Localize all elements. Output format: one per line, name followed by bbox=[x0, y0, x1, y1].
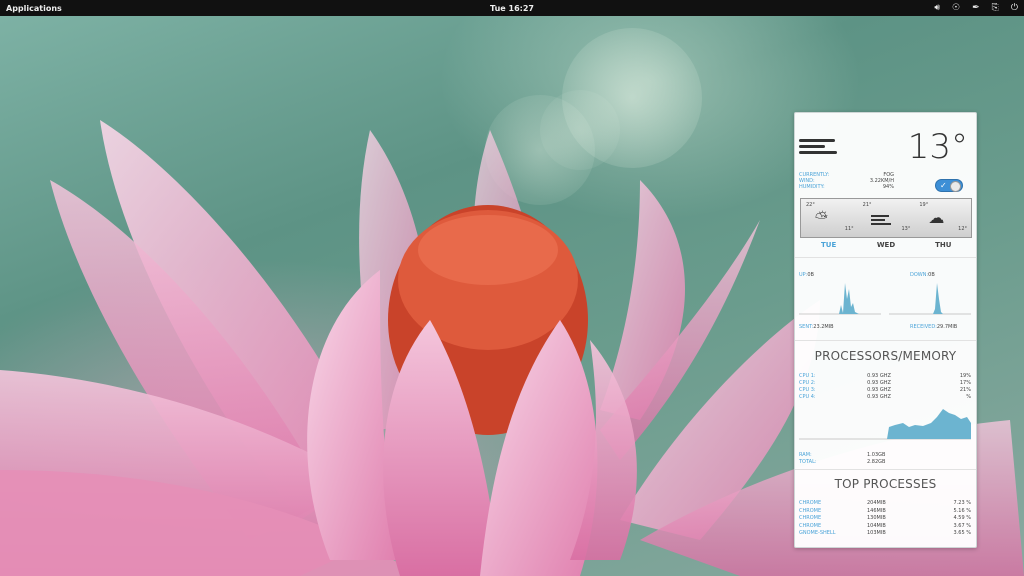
top-panel: Applications Tue 16:27 🔊︎ ☉ ✒︎ ⎘ ⏻ bbox=[0, 0, 1024, 16]
net-down-label: DOWN:0B bbox=[910, 272, 935, 278]
sun-cloud-icon: ⛅︎ bbox=[815, 208, 828, 227]
net-received-label: RECEIVED:29.7MIB bbox=[910, 324, 958, 330]
divider bbox=[795, 469, 976, 470]
process-row: CHROME 204MIB 7.23 % bbox=[799, 500, 971, 506]
panel-clock[interactable]: Tue 16:27 bbox=[490, 4, 534, 13]
stat-row: HUMIDITY: 94% bbox=[799, 184, 894, 190]
forecast-panel: 22° ⛅︎ 11° 21° 13° 19° ☁︎ 12° bbox=[800, 198, 972, 238]
forecast-day-thu: 19° ☁︎ 12° bbox=[919, 202, 968, 232]
weather-stats: CURRENTLY: FOG WIND: 3.22KM/H HUMIDITY: … bbox=[799, 172, 894, 190]
day-label-thu: THU bbox=[935, 241, 952, 249]
weather-header: 13° bbox=[795, 113, 976, 169]
divider bbox=[795, 257, 976, 258]
cpu-row: CPU 1: 0.93 GHZ 19% bbox=[799, 373, 971, 379]
fog-icon bbox=[799, 139, 839, 157]
fog-icon bbox=[870, 215, 891, 227]
net-sent-label: SENT:23.2MIB bbox=[799, 324, 834, 330]
system-tray: 🔊︎ ☉ ✒︎ ⎘ ⏻ bbox=[934, 0, 1018, 16]
headphones-icon[interactable]: ☉ bbox=[952, 0, 960, 16]
cpu-row: CPU 4: 0.93 GHZ % bbox=[799, 394, 971, 400]
toggle-knob bbox=[950, 181, 961, 192]
rain-cloud-icon: ☁︎ bbox=[928, 208, 945, 227]
download-graph bbox=[889, 283, 971, 315]
current-temperature: 13° bbox=[907, 127, 968, 167]
net-up-label: UP:0B bbox=[799, 272, 814, 278]
day-label-wed: WED bbox=[876, 241, 896, 249]
process-row: CHROME 104MIB 3.67 % bbox=[799, 522, 971, 529]
system-monitor-widget: 13° CURRENTLY: FOG WIND: 3.22KM/H HUMIDI… bbox=[794, 112, 977, 548]
process-row: CHROME 146MIB 5.16 % bbox=[799, 507, 971, 514]
day-label-tue: TUE bbox=[821, 241, 837, 249]
ram-row: RAM: 1.03GB bbox=[799, 452, 886, 458]
forecast-day-wed: 21° 13° bbox=[862, 202, 911, 232]
weather-toggle[interactable]: ✓ bbox=[935, 179, 963, 192]
cpu-history-graph bbox=[799, 409, 971, 440]
top-processes-title: TOP PROCESSES bbox=[834, 477, 937, 491]
divider bbox=[795, 340, 976, 341]
cpu-row: CPU 3: 0.93 GHZ 21% bbox=[799, 387, 971, 393]
forecast-day-tue: 22° ⛅︎ 11° bbox=[806, 202, 854, 232]
upload-graph bbox=[799, 283, 881, 315]
applications-menu[interactable]: Applications bbox=[6, 4, 62, 13]
processors-title: PROCESSORS/MEMORY bbox=[814, 349, 957, 363]
process-row: GNOME-SHELL 103MIB 3.65 % bbox=[799, 530, 971, 536]
process-row: CHROME 130MIB 4.59 % bbox=[799, 515, 971, 521]
pen-icon[interactable]: ✒︎ bbox=[972, 0, 980, 16]
forecast-day-labels: TUE WED THU bbox=[800, 241, 972, 249]
total-memory-row: TOTAL: 2.82GB bbox=[799, 459, 886, 465]
volume-icon[interactable]: 🔊︎ bbox=[934, 0, 940, 16]
cpu-table: CPU 1: 0.93 GHZ 19% CPU 2: 0.93 GHZ 17% … bbox=[799, 373, 971, 401]
process-table: CHROME 204MIB 7.23 % CHROME 146MIB 5.16 … bbox=[799, 500, 971, 538]
clipboard-icon[interactable]: ⎘ bbox=[992, 0, 999, 16]
cpu-row: CPU 2: 0.93 GHZ 17% bbox=[799, 380, 971, 386]
power-icon[interactable]: ⏻ bbox=[1011, 0, 1018, 16]
check-icon: ✓ bbox=[940, 181, 947, 190]
